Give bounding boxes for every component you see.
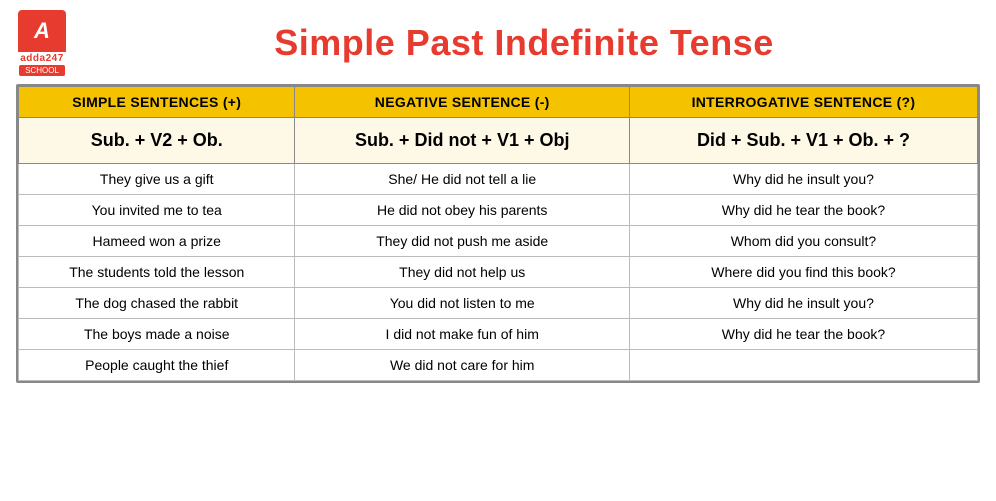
cell-negative: She/ He did not tell a lie — [295, 164, 629, 195]
cell-negative: I did not make fun of him — [295, 319, 629, 350]
cell-simple: You invited me to tea — [19, 195, 295, 226]
col-header-negative: NEGATIVE SENTENCE (-) — [295, 87, 629, 118]
cell-negative: They did not push me aside — [295, 226, 629, 257]
table-row: They give us a giftShe/ He did not tell … — [19, 164, 978, 195]
cell-simple: The students told the lesson — [19, 257, 295, 288]
logo-adda-text: adda247 — [20, 53, 64, 64]
formula-negative: Sub. + Did not + V1 + Obj — [295, 118, 629, 164]
cell-interrogative: Whom did you consult? — [629, 226, 977, 257]
col-header-simple: SIMPLE SENTENCES (+) — [19, 87, 295, 118]
formula-simple: Sub. + V2 + Ob. — [19, 118, 295, 164]
cell-interrogative: Where did you find this book? — [629, 257, 977, 288]
cell-simple: The boys made a noise — [19, 319, 295, 350]
table-row: Hameed won a prizeThey did not push me a… — [19, 226, 978, 257]
cell-negative: He did not obey his parents — [295, 195, 629, 226]
cell-interrogative: Why did he tear the book? — [629, 195, 977, 226]
table-row: People caught the thiefWe did not care f… — [19, 350, 978, 381]
header-row: A adda247 SCHOOL Simple Past Indefinite … — [16, 10, 980, 76]
cell-simple: The dog chased the rabbit — [19, 288, 295, 319]
cell-interrogative: Why did he insult you? — [629, 288, 977, 319]
cell-simple: People caught the thief — [19, 350, 295, 381]
logo-icon: A — [34, 20, 50, 42]
col-header-interrogative: INTERROGATIVE SENTENCE (?) — [629, 87, 977, 118]
cell-interrogative: Why did he insult you? — [629, 164, 977, 195]
logo-school-text: SCHOOL — [19, 65, 65, 76]
header-row-table: SIMPLE SENTENCES (+) NEGATIVE SENTENCE (… — [19, 87, 978, 118]
cell-negative: You did not listen to me — [295, 288, 629, 319]
logo: A adda247 SCHOOL — [16, 10, 68, 76]
cell-simple: They give us a gift — [19, 164, 295, 195]
table-row: The students told the lessonThey did not… — [19, 257, 978, 288]
formula-row: Sub. + V2 + Ob. Sub. + Did not + V1 + Ob… — [19, 118, 978, 164]
cell-interrogative: Why did he tear the book? — [629, 319, 977, 350]
table-row: The boys made a noiseI did not make fun … — [19, 319, 978, 350]
formula-interrogative: Did + Sub. + V1 + Ob. + ? — [629, 118, 977, 164]
table-row: The dog chased the rabbitYou did not lis… — [19, 288, 978, 319]
cell-simple: Hameed won a prize — [19, 226, 295, 257]
main-table: SIMPLE SENTENCES (+) NEGATIVE SENTENCE (… — [18, 86, 978, 381]
logo-icon-bg: A — [18, 10, 66, 52]
cell-negative: They did not help us — [295, 257, 629, 288]
table-container: SIMPLE SENTENCES (+) NEGATIVE SENTENCE (… — [16, 84, 980, 383]
table-row: You invited me to teaHe did not obey his… — [19, 195, 978, 226]
page-title: Simple Past Indefinite Tense — [68, 22, 980, 64]
cell-negative: We did not care for him — [295, 350, 629, 381]
cell-interrogative — [629, 350, 977, 381]
page-wrapper: A adda247 SCHOOL Simple Past Indefinite … — [0, 0, 996, 501]
